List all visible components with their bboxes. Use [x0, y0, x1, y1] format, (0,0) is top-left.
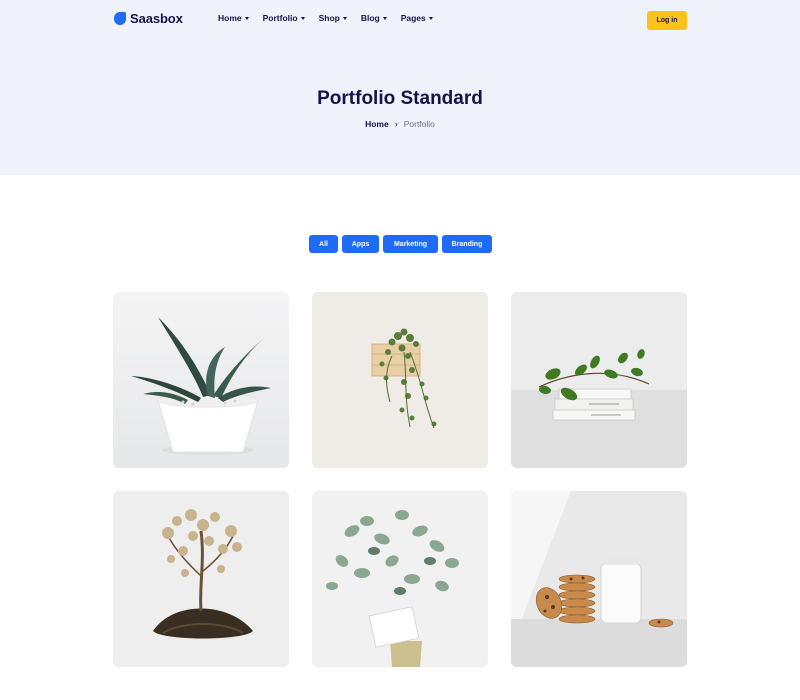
filter-branding-button[interactable]: Branding	[442, 235, 492, 253]
caret-down-icon	[428, 16, 433, 20]
logo-icon	[114, 12, 126, 25]
chevron-right-icon: ›	[394, 119, 398, 129]
hanging-plant-image	[312, 292, 488, 468]
nav-label: Blog	[360, 13, 380, 23]
portfolio-item[interactable]	[511, 491, 687, 667]
caret-down-icon	[342, 16, 347, 20]
breadcrumb-current: Portfolio	[403, 119, 435, 129]
nav-label: Shop	[318, 13, 340, 23]
nav-label: Portfolio	[262, 13, 298, 23]
nav-item-shop[interactable]: Shop	[319, 13, 347, 23]
nav-item-blog[interactable]: Blog	[361, 13, 387, 23]
breadcrumb: Home › Portfolio	[0, 119, 800, 129]
brand-logo[interactable]: Saasbox	[114, 11, 183, 26]
portfolio-item[interactable]	[312, 491, 488, 667]
page-title: Portfolio Standard	[317, 88, 483, 109]
nav-label: Home	[218, 13, 242, 23]
filter-all-button[interactable]: All	[309, 235, 338, 253]
nav-item-pages[interactable]: Pages	[401, 13, 433, 23]
main-nav: Home Portfolio Shop Blog Pages	[218, 13, 447, 23]
nav-item-portfolio[interactable]: Portfolio	[263, 13, 305, 23]
caret-down-icon	[382, 16, 387, 20]
filter-apps-button[interactable]: Apps	[342, 235, 379, 253]
caret-down-icon	[300, 16, 305, 20]
brand-name: Saasbox	[130, 11, 183, 26]
eucalyptus-vase-image	[312, 491, 488, 667]
portfolio-item[interactable]	[312, 292, 488, 468]
bonsai-roots-image	[113, 491, 289, 667]
filter-marketing-button[interactable]: Marketing	[383, 235, 438, 253]
portfolio-filters: All Apps Marketing Branding	[309, 235, 496, 253]
portfolio-item[interactable]	[113, 491, 289, 667]
potted-succulent-image	[113, 292, 289, 468]
books-and-branch-image	[511, 292, 687, 468]
portfolio-item[interactable]	[113, 292, 289, 468]
breadcrumb-home-link[interactable]: Home	[365, 119, 389, 129]
nav-item-home[interactable]: Home	[218, 13, 249, 23]
caret-down-icon	[244, 16, 249, 20]
nav-label: Pages	[400, 13, 426, 23]
cookies-and-milk-image	[511, 491, 687, 667]
login-button[interactable]: Log in	[647, 11, 687, 30]
portfolio-item[interactable]	[511, 292, 687, 468]
